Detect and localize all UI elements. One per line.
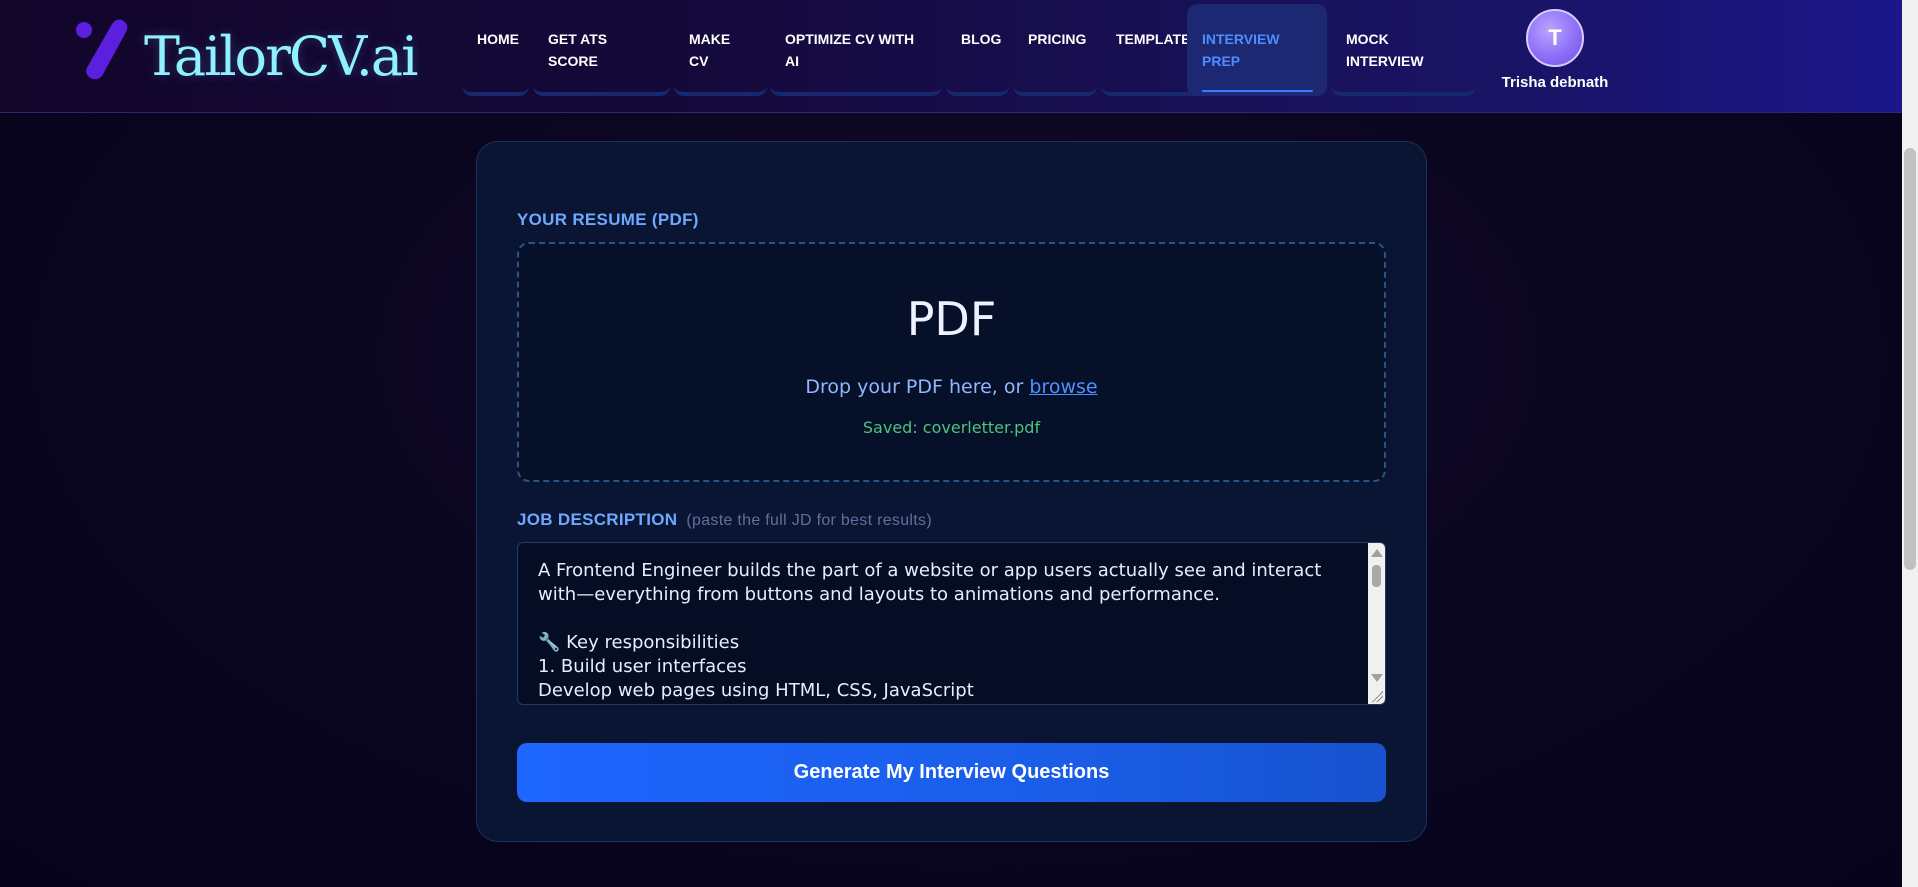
job-description-value[interactable]: A Frontend Engineer builds the part of a… bbox=[538, 559, 1348, 703]
top-header: TailorCV.ai HOME GET ATS SCORE MAKE CV O… bbox=[0, 0, 1902, 113]
drop-text: Drop your PDF here, or bbox=[805, 376, 1024, 398]
page-scrollbar-thumb[interactable] bbox=[1904, 148, 1916, 570]
nav-mock-interview[interactable]: MOCK INTERVIEW bbox=[1331, 4, 1476, 96]
scroll-up-arrow-icon[interactable] bbox=[1371, 549, 1383, 557]
job-description-textarea[interactable]: A Frontend Engineer builds the part of a… bbox=[517, 542, 1386, 705]
resize-grip-icon[interactable] bbox=[1372, 691, 1383, 702]
scroll-down-arrow-icon[interactable] bbox=[1371, 674, 1383, 682]
job-description-label: JOB DESCRIPTION (paste the full JD for b… bbox=[517, 510, 932, 530]
generate-questions-button[interactable]: Generate My Interview Questions bbox=[517, 743, 1386, 802]
nav-interview-prep-label: INTERVIEW PREP bbox=[1202, 31, 1280, 69]
job-description-title: JOB DESCRIPTION bbox=[517, 510, 678, 529]
saved-file-status: Saved: coverletter.pdf bbox=[862, 418, 1041, 437]
browse-link[interactable]: browse bbox=[1029, 376, 1097, 398]
brand-name[interactable]: TailorCV.ai bbox=[144, 22, 418, 92]
textarea-scrollbar[interactable] bbox=[1368, 543, 1385, 704]
nav-home[interactable]: HOME bbox=[462, 4, 529, 96]
nav-make-cv[interactable]: MAKE CV bbox=[674, 4, 767, 96]
job-description-hint: (paste the full JD for best results) bbox=[686, 512, 932, 529]
pdf-dropzone[interactable]: PDF Drop your PDF here, or browse Saved:… bbox=[517, 242, 1386, 482]
nav-blog[interactable]: BLOG bbox=[946, 4, 1009, 96]
active-tab-underline bbox=[1202, 90, 1313, 92]
page-scrollbar[interactable] bbox=[1902, 0, 1918, 887]
interview-prep-card: YOUR RESUME (PDF) PDF Drop your PDF here… bbox=[476, 141, 1427, 842]
nav-interview-prep[interactable]: INTERVIEW PREP bbox=[1187, 4, 1327, 96]
pdf-placeholder-text: PDF bbox=[906, 292, 997, 346]
user-name[interactable]: Trisha debnath bbox=[1490, 74, 1620, 91]
textarea-scroll-thumb[interactable] bbox=[1372, 565, 1381, 587]
nav-get-ats-score[interactable]: GET ATS SCORE bbox=[533, 4, 670, 96]
resume-label: YOUR RESUME (PDF) bbox=[517, 210, 699, 229]
avatar[interactable]: T bbox=[1526, 9, 1584, 67]
nav-pricing[interactable]: PRICING bbox=[1013, 4, 1097, 96]
drop-instructions: Drop your PDF here, or browse bbox=[519, 376, 1384, 398]
nav-optimize-cv[interactable]: OPTIMIZE CV WITH AI bbox=[770, 4, 942, 96]
logo-icon[interactable] bbox=[72, 16, 136, 82]
